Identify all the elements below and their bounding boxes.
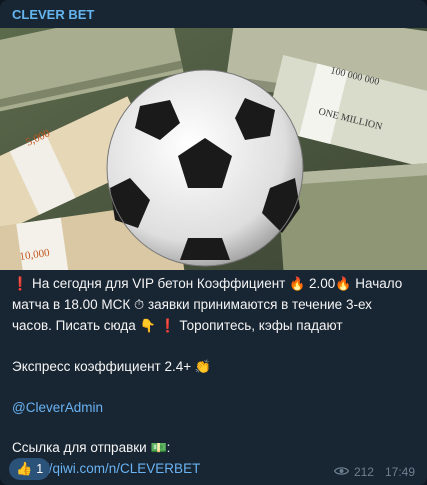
post-time: 17:49 — [384, 465, 415, 479]
post-text-fragment: заявки принимаются в течение 3-ех — [144, 297, 372, 312]
post-text-fragment: 2.00 — [305, 276, 336, 291]
money-icon: 💵 — [150, 441, 167, 456]
post-line: Ссылка для отправки 💵: — [12, 438, 417, 459]
post-text: ❗ На сегодня для VIP бетон Коэффициент 🔥… — [12, 274, 417, 479]
thumbs-up-reaction[interactable]: 👍 1 — [9, 458, 51, 480]
express-odds-text: Экспресс коэффициент 2.4+ — [12, 359, 195, 374]
clap-icon: 👏 — [194, 360, 212, 375]
post-photo[interactable]: 5,000 10,000 ONE MILLION 100 000 000 — [0, 28, 427, 270]
post-line: @CleverAdmin — [12, 398, 417, 418]
channel-name[interactable]: CLEVER BET — [12, 7, 94, 22]
post-line: ❗ На сегодня для VIP бетон Коэффициент 🔥… — [12, 274, 417, 295]
post-text-fragment: часов. Писать сюда — [12, 318, 140, 333]
thumbs-up-icon: 👍 — [16, 461, 33, 477]
fire-icon: 🔥 — [335, 277, 352, 292]
post-text-fragment: Начало — [351, 276, 403, 291]
reaction-count: 1 — [36, 462, 44, 476]
exclamation-icon: ❗ — [159, 319, 176, 334]
fire-icon: 🔥 — [289, 277, 306, 292]
payment-label: Ссылка для отправки — [12, 440, 151, 455]
post-text-fragment: матча в 18.00 МСК — [12, 297, 135, 312]
post-line: матча в 18.00 МСК ⏱ заявки принимаются в… — [12, 295, 417, 316]
eye-icon — [333, 465, 350, 479]
soccer-ball-money-image: 5,000 10,000 ONE MILLION 100 000 000 — [0, 28, 427, 270]
point-down-icon: 👇 — [139, 319, 156, 334]
view-count: 212 — [353, 465, 374, 479]
post-line: Экспресс коэффициент 2.4+ 👏 — [12, 357, 417, 378]
stopwatch-icon: ⏱ — [134, 298, 145, 313]
exclamation-icon: ❗ — [12, 277, 29, 292]
admin-mention-link[interactable]: @CleverAdmin — [12, 400, 103, 415]
post-line: часов. Писать сюда 👇 ❗ Торопитесь, кэфы … — [12, 316, 417, 337]
post-text-fragment: На сегодня для VIP бетон Коэффициент — [28, 276, 290, 291]
post-text-fragment: : — [166, 440, 171, 455]
channel-post: CLEVER BET 5,000 10,000 ONE MILLION 100 … — [0, 0, 427, 485]
post-text-fragment: Торопитесь, кэфы падают — [175, 318, 343, 333]
post-meta: 212 17:49 — [333, 465, 415, 479]
